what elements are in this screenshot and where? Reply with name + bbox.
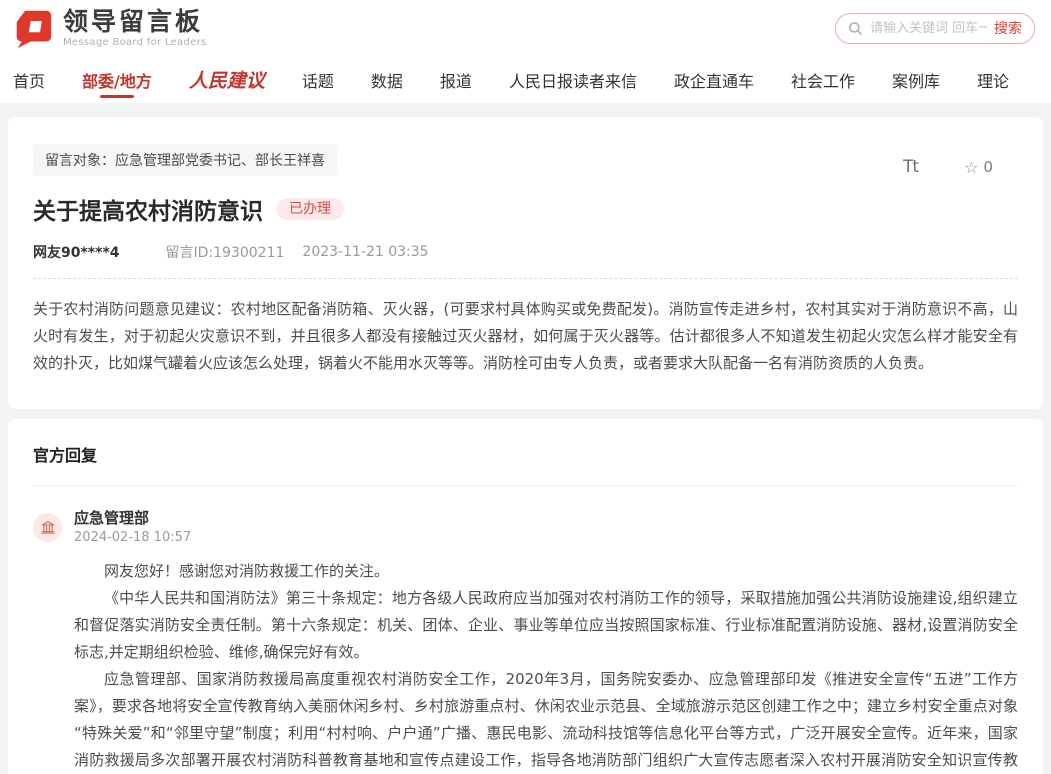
logo-subtitle: Message Board for Leaders [63, 37, 207, 48]
message-body: 关于农村消防问题意见建议：农村地区配备消防箱、灭火器，(可要求村具体购买或免费配… [33, 296, 1018, 377]
message-id: 留言ID:19300211 [166, 242, 285, 262]
nav-item-data[interactable]: 数据 [371, 56, 403, 103]
search-input[interactable] [870, 21, 987, 36]
status-badge: 已办理 [276, 198, 344, 220]
government-building-icon [40, 519, 56, 535]
search-icon [848, 21, 863, 36]
reply-paragraph: 《中华人民共和国消防法》第三十条规定：地方各级人民政府应当加强对农村消防工作的领… [74, 585, 1018, 666]
reply-timestamp: 2024-02-18 10:57 [74, 530, 191, 545]
avatar [33, 513, 62, 542]
font-size-toggle[interactable]: Tt [903, 157, 918, 177]
message-title-row: 关于提高农村消防意识 已办理 [33, 192, 1018, 226]
reply-header: 应急管理部 2024-02-18 10:57 [33, 509, 1018, 545]
nav-item-theory[interactable]: 理论 [977, 56, 1009, 103]
message-card: 留言对象：应急管理部党委书记、部长王祥喜 Tt ☆ 0 关于提高农村消防意识 已… [8, 117, 1043, 409]
logo-text: 领导留言板 Message Board for Leaders [63, 9, 207, 48]
reply-agency-name[interactable]: 应急管理部 [74, 509, 191, 527]
header-top-bar: 领导留言板 Message Board for Leaders 搜索 [0, 0, 1051, 56]
nav-item-social-work[interactable]: 社会工作 [791, 56, 855, 103]
message-actions: Tt ☆ 0 [903, 157, 993, 177]
nav-item-reader-letters[interactable]: 人民日报读者来信 [509, 56, 637, 103]
favorite-count: 0 [983, 158, 993, 176]
nav-item-home[interactable]: 首页 [13, 56, 45, 103]
nav-item-topics[interactable]: 话题 [302, 56, 334, 103]
page-content: 留言对象：应急管理部党委书记、部长王祥喜 Tt ☆ 0 关于提高农村消防意识 已… [0, 103, 1051, 774]
reply-paragraph: 应急管理部、国家消防救援局高度重视农村消防安全工作，2020年3月，国务院安委办… [74, 666, 1018, 774]
official-reply-card: 官方回复 应急管理部 2024-02-18 10:57 网友您好！ [8, 419, 1043, 774]
section-divider [33, 485, 1018, 486]
official-reply-heading: 官方回复 [33, 442, 1018, 466]
search-button[interactable]: 搜索 [994, 18, 1022, 38]
nav-item-case-library[interactable]: 案例库 [892, 56, 940, 103]
message-meta: 网友90****4 留言ID:19300211 2023-11-21 03:35 [33, 242, 1018, 279]
message-title: 关于提高农村消防意识 [33, 192, 263, 226]
star-icon: ☆ [964, 158, 978, 177]
message-board-logo-icon [13, 8, 54, 49]
search-box[interactable]: 搜索 [835, 13, 1035, 44]
message-date: 2023-11-21 03:35 [302, 244, 428, 260]
reply-paragraph: 网友您好！感谢您对消防救援工作的关注。 [74, 558, 1018, 585]
site-header: 领导留言板 Message Board for Leaders 搜索 首页 部委… [0, 0, 1051, 103]
site-logo[interactable]: 领导留言板 Message Board for Leaders [13, 8, 207, 49]
main-nav: 首页 部委/地方 人民建议 话题 数据 报道 人民日报读者来信 政企直通车 社会… [0, 56, 1051, 103]
reply-body: 网友您好！感谢您对消防救援工作的关注。 《中华人民共和国消防法》第三十条规定：地… [74, 558, 1018, 774]
nav-item-gov-enterprise[interactable]: 政企直通车 [674, 56, 754, 103]
reply-author-block: 应急管理部 2024-02-18 10:57 [74, 509, 191, 545]
logo-title: 领导留言板 [63, 9, 207, 34]
favorite-button[interactable]: ☆ 0 [964, 158, 993, 177]
nav-item-ministries-local[interactable]: 部委/地方 [82, 56, 152, 103]
nav-item-reports[interactable]: 报道 [440, 56, 472, 103]
message-author: 网友90****4 [33, 242, 120, 262]
message-target-tag: 留言对象：应急管理部党委书记、部长王祥喜 [33, 144, 337, 176]
nav-item-people-suggestions[interactable]: 人民建议 [189, 56, 265, 103]
